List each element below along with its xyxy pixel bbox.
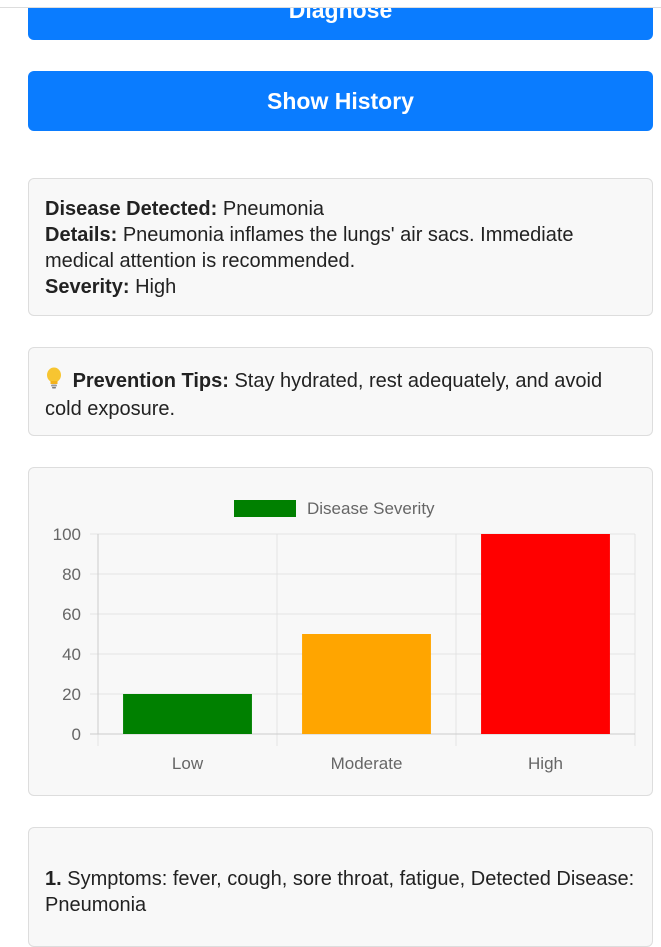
y-tick-label: 60 [62, 605, 81, 624]
history-item: 1. Symptoms: fever, cough, sore throat, … [45, 866, 636, 918]
x-tick-label: High [528, 754, 563, 773]
details-line: Details: Pneumonia inflames the lungs' a… [45, 222, 636, 274]
prevention-tips-card: Prevention Tips: Stay hydrated, rest ade… [28, 347, 653, 436]
severity-line: Severity: High [45, 274, 636, 300]
details-label: Details: [45, 224, 118, 246]
bar [123, 694, 252, 734]
history-list: 1. Symptoms: fever, cough, sore throat, … [28, 827, 653, 947]
legend-swatch [234, 500, 296, 517]
top-divider [0, 0, 661, 8]
disease-value: Pneumonia [222, 198, 325, 220]
x-tick-label: Moderate [331, 754, 403, 773]
x-tick-label: Low [172, 754, 204, 773]
severity-bar-chart: Disease Severity 100 80 60 40 20 0 Low Moderate H… [53, 499, 636, 773]
severity-label: Severity: [45, 276, 130, 298]
y-tick-label: 100 [53, 525, 81, 544]
legend-label: Disease Severity [307, 499, 435, 518]
history-item-number: 1. [45, 868, 62, 890]
bar [302, 634, 431, 734]
show-history-button[interactable]: Show History [28, 71, 653, 131]
disease-label: Disease Detected: [45, 198, 218, 220]
history-item-text: Symptoms: fever, cough, sore throat, fat… [45, 868, 635, 916]
details-value: Pneumonia inflames the lungs' air sacs. … [45, 224, 574, 272]
severity-value: High [135, 276, 177, 298]
disease-line: Disease Detected: Pneumonia [45, 196, 636, 222]
bar [481, 534, 610, 734]
y-tick-label: 80 [62, 565, 81, 584]
y-tick-label: 40 [62, 645, 81, 664]
tips-label: Prevention Tips: [72, 370, 229, 392]
severity-chart-card: Disease Severity 100 80 60 40 20 0 Low Moderate H… [28, 467, 653, 796]
y-tick-label: 0 [72, 725, 81, 744]
y-tick-label: 20 [62, 685, 81, 704]
diagnosis-result-card: Disease Detected: Pneumonia Details: Pne… [28, 178, 653, 316]
lightbulb-icon [45, 367, 67, 396]
